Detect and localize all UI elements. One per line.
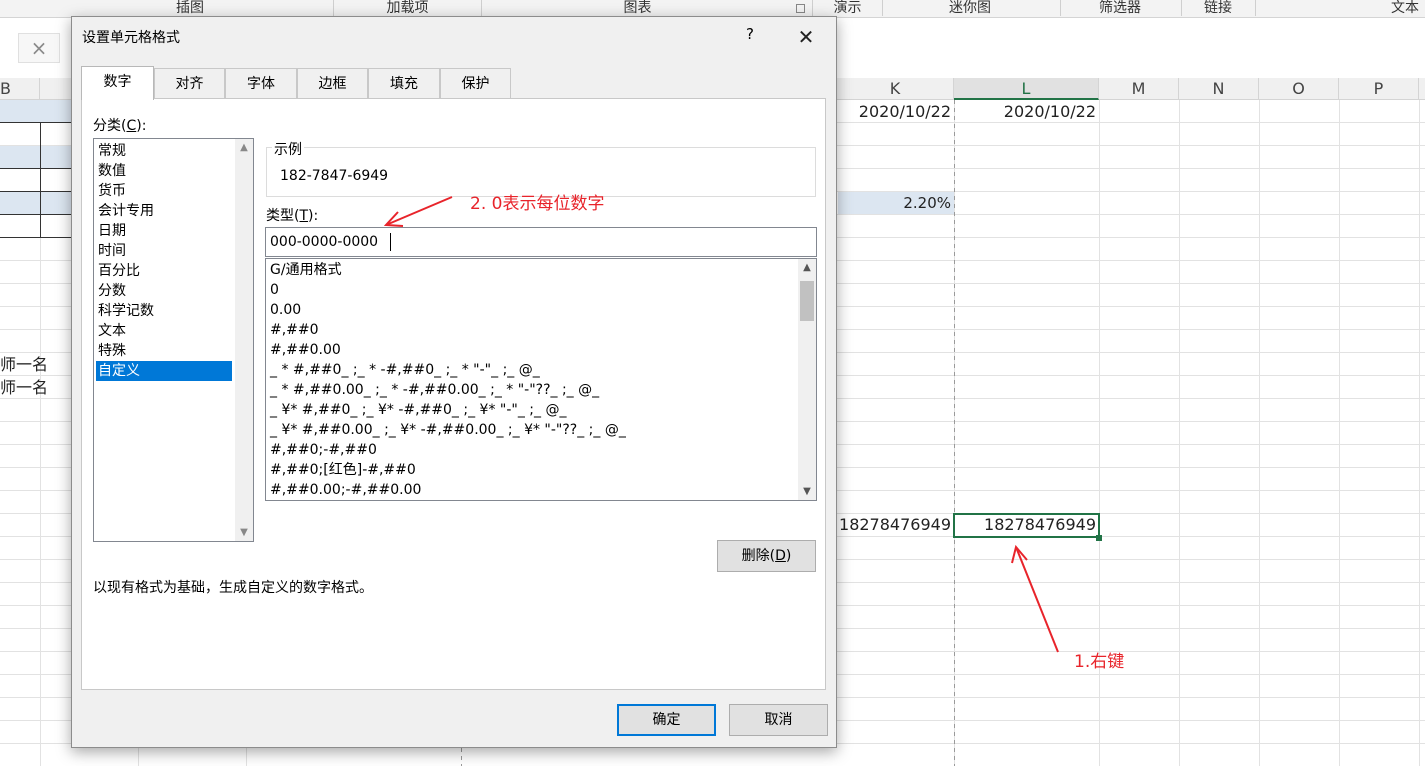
ribbon-group-sparklines[interactable]: 迷你图 — [930, 0, 1010, 18]
format-item[interactable]: #,##0 — [270, 320, 319, 340]
format-item[interactable]: #,##0;[红色]-#,##0 — [270, 460, 416, 480]
category-item[interactable]: 货币 — [96, 181, 232, 201]
column-header-p[interactable]: P — [1339, 78, 1419, 100]
scroll-down-icon[interactable]: ▼ — [235, 524, 253, 541]
help-icon[interactable]: ? — [740, 25, 760, 49]
format-item[interactable]: _ ¥* #,##0_ ;_ ¥* -#,##0_ ;_ ¥* "-"_ ;_ … — [270, 400, 566, 420]
ribbon-separator — [1060, 0, 1061, 16]
format-description: 以现有格式为基础，生成自定义的数字格式。 — [93, 580, 373, 596]
format-item[interactable]: _ * #,##0.00_ ;_ * -#,##0.00_ ;_ * "-"??… — [270, 380, 599, 400]
scrollbar-thumb[interactable] — [800, 281, 814, 321]
dialog-title: 设置单元格格式 — [82, 30, 180, 46]
grid-line — [1259, 100, 1260, 766]
category-list[interactable]: 常规 数值 货币 会计专用 日期 时间 百分比 分数 科学记数 文本 特殊 自定… — [93, 138, 254, 542]
category-item[interactable]: 数值 — [96, 161, 232, 181]
format-item[interactable]: #,##0.00 — [270, 340, 341, 360]
close-icon[interactable]: ✕ — [792, 25, 820, 51]
column-header-n[interactable]: N — [1179, 78, 1259, 100]
ribbon-separator — [812, 0, 813, 16]
category-item[interactable]: 特殊 — [96, 341, 232, 361]
dialog-launcher-icon[interactable] — [796, 4, 805, 13]
format-item[interactable]: G/通用格式 — [270, 260, 342, 280]
format-item[interactable]: #,##0;-#,##0 — [270, 440, 377, 460]
cancel-button[interactable]: 取消 — [729, 704, 828, 736]
ribbon-group-text[interactable]: 文本 — [1385, 0, 1425, 18]
tab-font[interactable]: 字体 — [225, 68, 297, 99]
table-border — [0, 122, 72, 238]
delete-button[interactable]: 删除(D) — [717, 540, 816, 572]
category-item[interactable]: 常规 — [96, 141, 232, 161]
ribbon-separator — [481, 0, 482, 16]
tab-alignment[interactable]: 对齐 — [154, 68, 225, 99]
table-border — [0, 191, 72, 192]
scroll-up-icon[interactable]: ▲ — [798, 259, 816, 276]
column-header-o[interactable]: O — [1259, 78, 1339, 100]
format-scrollbar[interactable]: ▲ ▼ — [798, 259, 816, 500]
category-item[interactable]: 日期 — [96, 221, 232, 241]
tab-number[interactable]: 数字 — [81, 66, 154, 100]
scroll-up-icon[interactable]: ▲ — [235, 139, 253, 156]
category-label: 分类(C): — [93, 118, 147, 134]
format-item[interactable]: 0 — [270, 280, 279, 300]
scroll-down-icon[interactable]: ▼ — [798, 483, 816, 500]
tab-border[interactable]: 边框 — [297, 68, 368, 99]
cell-k-date[interactable]: 2020/10/22 — [838, 101, 951, 123]
type-label: 类型(T): — [266, 208, 319, 224]
ribbon-separator — [333, 0, 334, 16]
ribbon-group-filters[interactable]: 筛选器 — [1085, 0, 1155, 18]
annotation-note-1: 1.右键 — [1074, 652, 1125, 672]
category-item-custom[interactable]: 自定义 — [96, 361, 232, 381]
format-code-list[interactable]: G/通用格式 0 0.00 #,##0 #,##0.00 _ * #,##0_ … — [265, 258, 817, 501]
column-header-b[interactable]: B — [0, 78, 40, 100]
cell-l-phone[interactable]: 18278476949 — [955, 514, 1096, 536]
cell-b-text[interactable]: 师一名 — [0, 377, 48, 399]
format-item[interactable]: #,##0.00;-#,##0.00 — [270, 480, 421, 500]
grid-line — [1179, 100, 1180, 766]
text-caret — [390, 233, 391, 251]
number-tab-panel: 分类(C): 常规 数值 货币 会计专用 日期 时间 百分比 分数 科学记数 文… — [81, 98, 826, 690]
format-item[interactable]: _ ¥* #,##0.00_ ;_ ¥* -#,##0.00_ ;_ ¥* "-… — [270, 420, 626, 440]
format-item[interactable]: 0.00 — [270, 300, 301, 320]
column-header-m[interactable]: M — [1099, 78, 1179, 100]
column-header-l[interactable]: L — [954, 78, 1099, 100]
cell-k-percent[interactable]: 2.20% — [838, 192, 951, 214]
category-item[interactable]: 科学记数 — [96, 301, 232, 321]
annotation-note-2: 2. 0表示每位数字 — [470, 194, 605, 214]
table-border — [0, 168, 72, 169]
ribbon-group-links[interactable]: 链接 — [1190, 0, 1246, 18]
fill-handle[interactable] — [1096, 535, 1102, 541]
cell-l-date[interactable]: 2020/10/22 — [955, 101, 1096, 123]
ribbon-separator — [1255, 0, 1256, 16]
table-border — [0, 214, 72, 215]
grid-line — [1339, 100, 1340, 766]
column-header-k[interactable]: K — [837, 78, 954, 100]
highlighted-cell — [0, 100, 72, 122]
grid-line — [1419, 100, 1420, 766]
tab-fill[interactable]: 填充 — [368, 68, 440, 99]
sample-label: 示例 — [272, 139, 304, 159]
category-item[interactable]: 会计专用 — [96, 201, 232, 221]
format-item[interactable]: _ * #,##0_ ;_ * -#,##0_ ;_ * "-"_ ;_ @_ — [270, 360, 540, 380]
type-input[interactable] — [265, 227, 817, 257]
category-scrollbar[interactable]: ▲ ▼ — [235, 139, 253, 541]
category-item[interactable]: 文本 — [96, 321, 232, 341]
category-item[interactable]: 时间 — [96, 241, 232, 261]
sample-value: 182-7847-6949 — [280, 168, 389, 184]
page-break-line — [954, 100, 955, 766]
table-border — [40, 122, 41, 238]
category-item[interactable]: 分数 — [96, 281, 232, 301]
format-cells-dialog: 设置单元格格式 ? ✕ 数字 对齐 字体 边框 填充 保护 分类(C): 常规 … — [71, 16, 837, 748]
cell-k-phone[interactable]: 18278476949 — [838, 514, 951, 536]
ribbon-separator — [882, 0, 883, 16]
cancel-entry-icon[interactable]: × — [18, 33, 60, 63]
tab-protection[interactable]: 保护 — [440, 68, 511, 99]
ok-button[interactable]: 确定 — [617, 704, 716, 736]
ribbon-separator — [1181, 0, 1182, 16]
category-item[interactable]: 百分比 — [96, 261, 232, 281]
cell-b-text[interactable]: 师一名 — [0, 354, 48, 376]
